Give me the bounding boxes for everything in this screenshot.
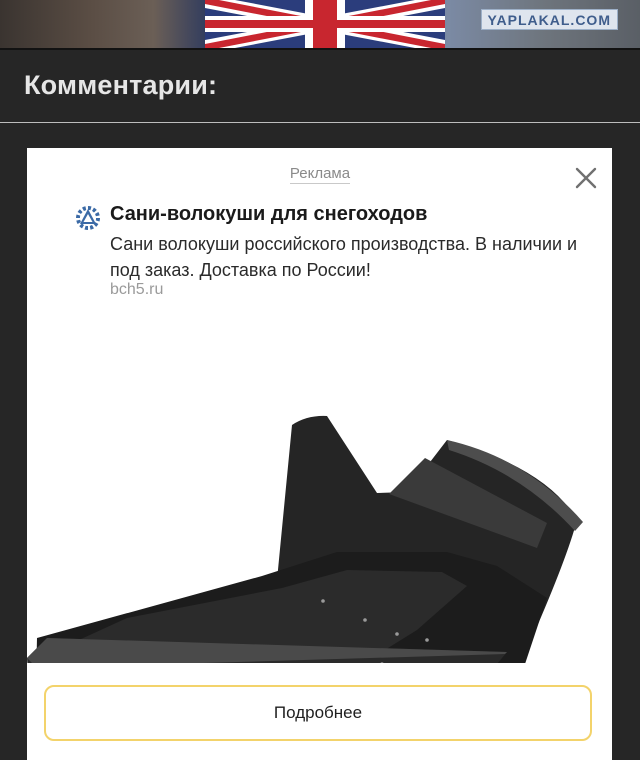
gear-triangle-icon bbox=[76, 206, 100, 230]
section-title: Комментарии: bbox=[24, 70, 218, 100]
ad-label: Реклама bbox=[27, 165, 612, 184]
union-jack-image bbox=[205, 0, 445, 48]
site-logo[interactable]: YAPLAKAL.COM bbox=[480, 9, 618, 30]
ad-domain[interactable]: bch5.ru bbox=[110, 281, 163, 299]
header-banner: YAPLAKAL.COM bbox=[0, 0, 640, 48]
section-divider bbox=[0, 122, 640, 123]
close-icon[interactable] bbox=[573, 165, 599, 191]
ad-label-text: Реклама bbox=[289, 165, 351, 184]
ad-description: Сани волокуши российского производства. … bbox=[110, 234, 578, 280]
ad-title[interactable]: Сани-волокуши для снегоходов bbox=[110, 203, 427, 226]
more-details-button[interactable]: Подробнее bbox=[44, 685, 592, 741]
ad-card[interactable]: Реклама Сани-волокуши для снегоходов Сан… bbox=[27, 148, 612, 760]
sled-photo[interactable] bbox=[27, 308, 612, 663]
header-divider bbox=[0, 48, 640, 50]
